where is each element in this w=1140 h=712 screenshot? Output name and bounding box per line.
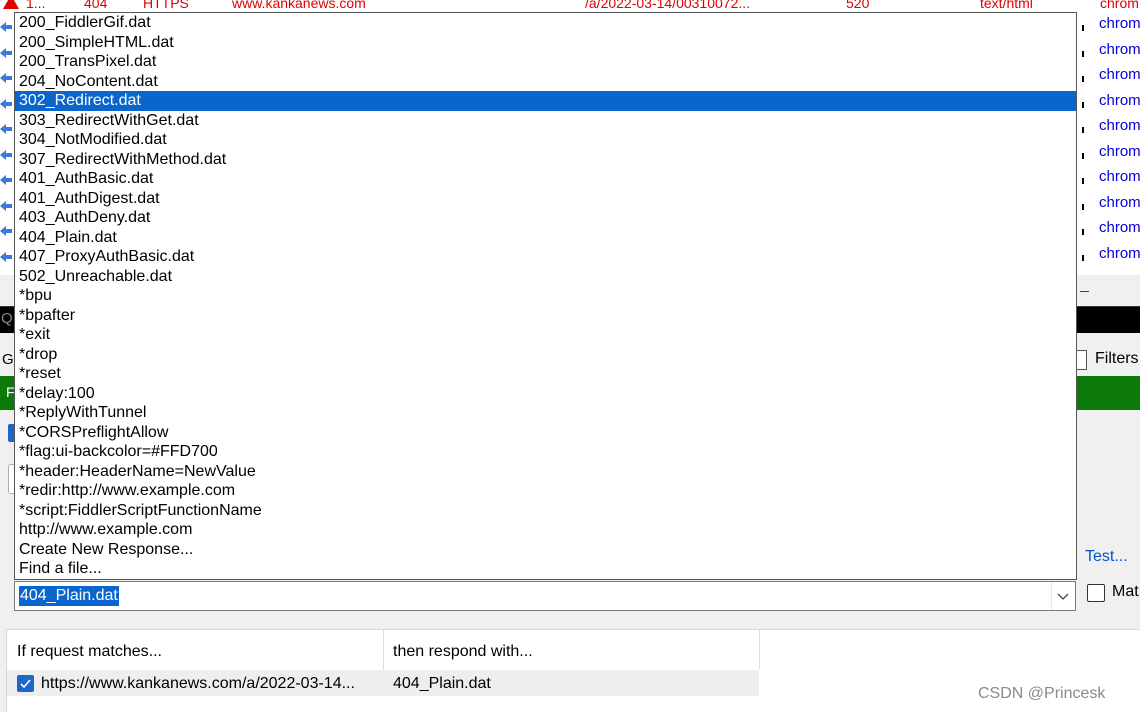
dropdown-option[interactable]: Find a file...: [15, 559, 1076, 579]
combobox-value[interactable]: 404_Plain.dat: [19, 586, 119, 606]
dropdown-option[interactable]: *reset: [15, 364, 1076, 384]
dropdown-option[interactable]: 204_NoContent.dat: [15, 72, 1076, 92]
process-cell: chrom: [1099, 15, 1140, 32]
session-type-icon: [0, 124, 12, 134]
quickexec-prefix: Q: [1, 310, 13, 327]
process-cell: chrom: [1099, 91, 1140, 109]
dropdown-option[interactable]: *bpu: [15, 286, 1076, 306]
session-url: /a/2022-03-14/00310072...: [585, 0, 751, 11]
watermark-text: CSDN @Princesk: [978, 685, 1106, 702]
dropdown-option[interactable]: 303_RedirectWithGet.dat: [15, 111, 1076, 131]
session-row-error[interactable]: 1... 404 HTTPS www.kankanews.com /a/2022…: [0, 0, 1140, 12]
dropdown-option[interactable]: 403_AuthDeny.dat: [15, 208, 1076, 228]
session-type-icon: [0, 226, 12, 236]
dropdown-option[interactable]: *script:FiddlerScriptFunctionName: [15, 501, 1076, 521]
session-type-icon: [0, 47, 12, 58]
tab-partial-label[interactable]: G: [2, 351, 14, 368]
process-cell: chrom: [1099, 117, 1140, 134]
process-cell: chrom: [1099, 66, 1140, 83]
tab-filters[interactable]: Filters: [1095, 350, 1139, 368]
dropdown-option[interactable]: *exit: [15, 325, 1076, 345]
response-dropdown-list[interactable]: 200_FiddlerGif.dat 200_SimpleHTML.dat 200_…: [14, 12, 1077, 580]
dropdown-option[interactable]: 302_Redirect.dat: [15, 91, 1076, 111]
dropdown-option[interactable]: 401_AuthDigest.dat: [15, 189, 1076, 209]
process-cell: chrom: [1099, 168, 1140, 185]
dropdown-option[interactable]: Create New Response...: [15, 540, 1076, 560]
dropdown-option[interactable]: *drop: [15, 345, 1076, 365]
error-icon: [3, 0, 19, 12]
dropdown-option[interactable]: *bpafter: [15, 306, 1076, 326]
dropdown-option[interactable]: 304_NotModified.dat: [15, 130, 1076, 150]
session-type-icon: [0, 22, 12, 32]
process-cell: chrom: [1099, 219, 1140, 236]
filters-tab-icon[interactable]: [1076, 350, 1087, 370]
dropdown-option[interactable]: 200_FiddlerGif.dat: [15, 13, 1076, 33]
session-type-icon: [0, 98, 12, 109]
session-host: www.kankanews.com: [232, 0, 366, 11]
test-link[interactable]: Test...: [1085, 548, 1128, 566]
dropdown-option[interactable]: *ReplyWithTunnel: [15, 403, 1076, 423]
dropdown-option[interactable]: *delay:100: [15, 384, 1076, 404]
session-type-icon: [0, 251, 12, 262]
chevron-down-icon[interactable]: [1050, 582, 1075, 610]
dropdown-option[interactable]: *header:HeaderName=NewValue: [15, 462, 1076, 482]
dropdown-option[interactable]: *redir:http://www.example.com: [15, 481, 1076, 501]
dropdown-option[interactable]: http://www.example.com: [15, 520, 1076, 540]
process-cell: chrom: [1099, 244, 1140, 262]
rule-enabled-checkbox[interactable]: [17, 675, 34, 692]
rule-match-cell[interactable]: https://www.kankanews.com/a/2022-03-14..…: [41, 675, 355, 693]
dropdown-option[interactable]: 200_TransPixel.dat: [15, 52, 1076, 72]
dropdown-option[interactable]: 200_SimpleHTML.dat: [15, 33, 1076, 53]
dropdown-option[interactable]: 404_Plain.dat: [15, 228, 1076, 248]
dropdown-option[interactable]: 401_AuthBasic.dat: [15, 169, 1076, 189]
process-cell: chrom: [1099, 40, 1140, 58]
session-type-icon: [0, 73, 12, 83]
session-body-size: 520: [846, 0, 870, 11]
column-divider[interactable]: [383, 630, 384, 670]
match-only-once-checkbox[interactable]: [1087, 584, 1105, 602]
rule-respond-cell[interactable]: 404_Plain.dat: [393, 675, 491, 693]
session-process: chrom: [1100, 0, 1139, 11]
column-divider[interactable]: [759, 630, 760, 670]
session-protocol: HTTPS: [143, 0, 189, 11]
process-column: chrom chrom chrom chrom chrom chrom chro…: [1078, 15, 1140, 262]
splitter-grip[interactable]: [1080, 291, 1089, 292]
session-id: 1...: [26, 0, 46, 11]
session-type-icon: [0, 149, 12, 160]
process-cell: chrom: [1099, 142, 1140, 160]
match-only-once-label: Mat: [1112, 583, 1139, 600]
process-cell: chrom: [1099, 193, 1140, 211]
column-header-respond[interactable]: then respond with...: [393, 643, 533, 661]
dropdown-option[interactable]: 407_ProxyAuthBasic.dat: [15, 247, 1076, 267]
rules-table[interactable]: If request matches... then respond with.…: [6, 629, 1140, 712]
dropdown-option[interactable]: 307_RedirectWithMethod.dat: [15, 150, 1076, 170]
session-type-icon: [0, 200, 12, 211]
session-type-icon: [0, 175, 12, 185]
column-header-match[interactable]: If request matches...: [17, 643, 162, 661]
session-result: 404: [84, 0, 108, 11]
dropdown-option[interactable]: *CORSPreflightAllow: [15, 423, 1076, 443]
response-combobox[interactable]: 404_Plain.dat: [14, 581, 1076, 611]
dropdown-option[interactable]: 502_Unreachable.dat: [15, 267, 1076, 287]
dropdown-option[interactable]: *flag:ui-backcolor=#FFD700: [15, 442, 1076, 462]
session-content-type: text/html: [980, 0, 1033, 11]
